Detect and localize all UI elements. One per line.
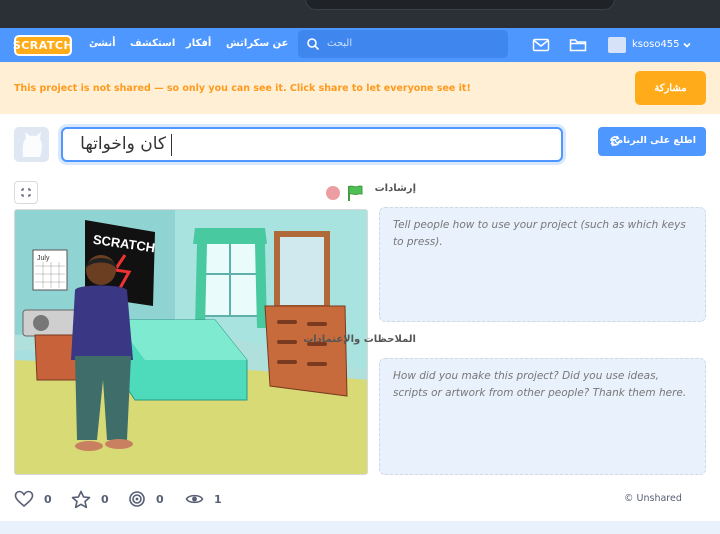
project-title-input[interactable]: كان واخواتها bbox=[61, 127, 563, 162]
fullscreen-button[interactable] bbox=[14, 181, 38, 204]
calendar-text: July bbox=[37, 255, 50, 262]
see-inside-label: اطلع على البرنامج bbox=[610, 135, 696, 146]
project-author-avatar[interactable] bbox=[14, 127, 49, 162]
view-count: 1 bbox=[214, 492, 222, 506]
project-title-value: كان واخواتها bbox=[80, 134, 166, 154]
fullscreen-icon bbox=[21, 188, 31, 197]
top-nav-bar: SCRATCH أنشئ استكشف أفكار عن سكراتش البح… bbox=[0, 28, 720, 62]
chevron-down-icon[interactable] bbox=[682, 40, 692, 50]
instructions-label: إرشادات bbox=[374, 183, 416, 194]
cat-avatar-icon bbox=[22, 132, 42, 157]
stop-button[interactable] bbox=[326, 186, 340, 200]
view-stat: 1 bbox=[185, 488, 222, 510]
heart-icon bbox=[14, 490, 34, 508]
remix-icon bbox=[129, 491, 145, 507]
envelope-icon[interactable] bbox=[532, 36, 550, 54]
browser-top-strip bbox=[0, 0, 720, 28]
browser-pill bbox=[305, 0, 615, 10]
not-shared-message: This project is not shared — so only you… bbox=[14, 83, 471, 94]
notes-textarea[interactable]: How did you make this project? Did you u… bbox=[379, 358, 706, 475]
eye-icon bbox=[185, 494, 204, 504]
remix-count: 0 bbox=[156, 492, 164, 506]
footer-strip bbox=[0, 521, 720, 534]
search-icon bbox=[307, 38, 320, 51]
not-shared-banner: This project is not shared — so only you… bbox=[0, 62, 720, 114]
search-input[interactable]: البحث bbox=[298, 30, 508, 58]
folder-icon[interactable] bbox=[569, 36, 587, 54]
share-button[interactable]: مشاركة bbox=[635, 71, 706, 105]
star-icon bbox=[71, 490, 91, 508]
nav-explore[interactable]: استكشف bbox=[130, 38, 175, 49]
scratch-logo[interactable]: SCRATCH bbox=[13, 35, 73, 56]
user-avatar[interactable] bbox=[608, 37, 626, 53]
green-flag-icon[interactable] bbox=[346, 184, 364, 202]
text-cursor bbox=[171, 134, 172, 156]
notes-label: الملاحظات والإعتمادات bbox=[303, 334, 416, 345]
love-count: 0 bbox=[44, 492, 52, 506]
remix-stat: 0 bbox=[128, 488, 164, 510]
favorite-count: 0 bbox=[101, 492, 109, 506]
nav-ideas[interactable]: أفكار bbox=[186, 38, 211, 49]
nav-about[interactable]: عن سكراتش bbox=[226, 38, 289, 49]
search-placeholder: البحث bbox=[327, 38, 353, 49]
instructions-textarea[interactable]: Tell people how to use your project (suc… bbox=[379, 207, 706, 322]
unshared-label: © Unshared bbox=[624, 493, 682, 504]
nav-create[interactable]: أنشئ bbox=[89, 38, 116, 49]
favorite-stat[interactable]: 0 bbox=[71, 488, 109, 510]
love-stat[interactable]: 0 bbox=[14, 488, 52, 510]
see-inside-button[interactable]: اطلع على البرنامج bbox=[598, 127, 706, 156]
username[interactable]: ksoso455 bbox=[632, 39, 680, 50]
